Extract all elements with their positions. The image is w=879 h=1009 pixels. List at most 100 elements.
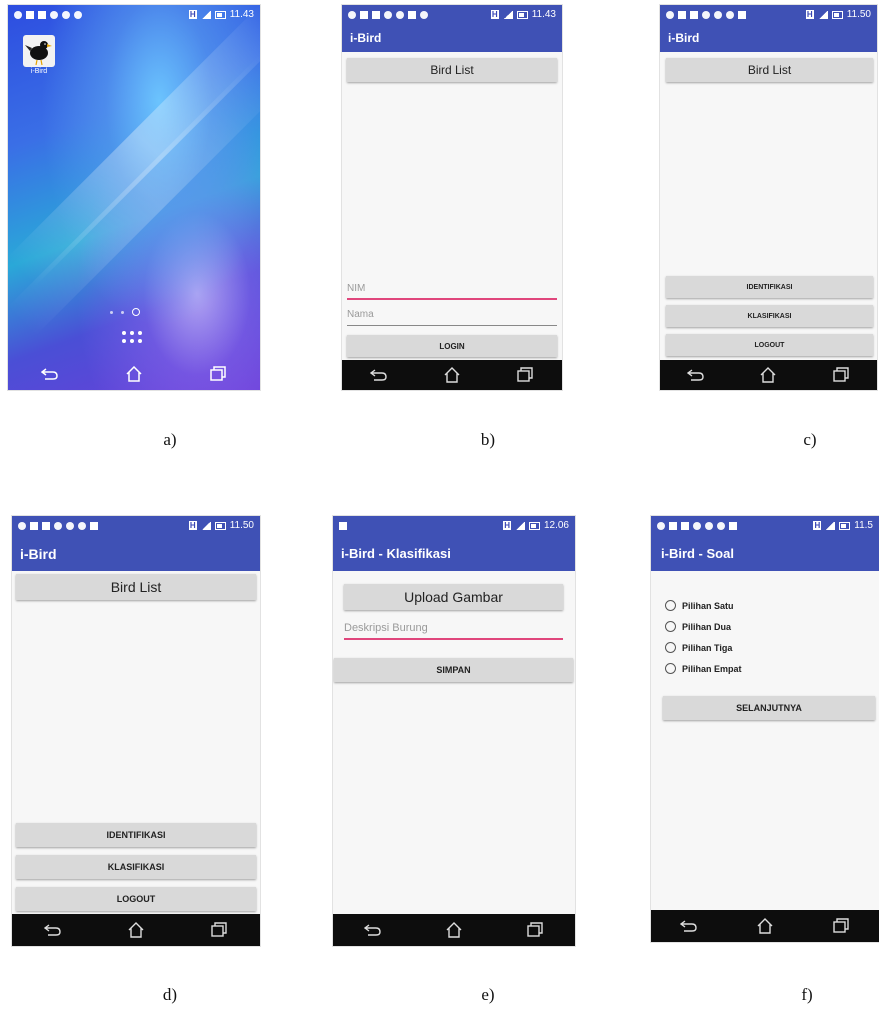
back-icon[interactable] [39,363,61,385]
bird-list-button[interactable]: Bird List [347,58,557,82]
radio-option-2[interactable]: Pilihan Dua [665,621,731,632]
message-icon [42,521,50,530]
clock: 11.43 [229,9,254,20]
signal-icon [200,10,211,19]
caption-e: e) [481,985,495,1004]
chrome-icon [66,521,74,530]
battery-icon [214,10,226,19]
navigation-bar [651,910,879,942]
wifi-icon [54,521,62,530]
network-icon: H [813,521,822,530]
signal-icon [502,10,513,19]
identifikasi-button[interactable]: IDENTIFIKASI [16,823,256,847]
network-icon: H [805,10,814,19]
network-icon: H [490,10,499,19]
back-icon[interactable] [362,919,384,941]
radio-button-icon [665,642,676,653]
identifikasi-button[interactable]: IDENTIFIKASI [666,276,873,298]
radio-label: Pilihan Satu [682,600,734,611]
home-icon[interactable] [123,363,145,385]
radio-label: Pilihan Dua [682,621,732,632]
message-icon [38,10,46,19]
chrome-icon [705,521,713,530]
recent-apps-icon[interactable] [207,363,229,385]
signal-icon [825,521,836,530]
network-icon: H [188,10,197,19]
recent-apps-icon[interactable] [830,915,852,937]
network-icon: H [188,521,197,530]
screen-c-menu: i-Bird H 11.50 Bird List IDENTIFIKASI KLA… [660,5,877,390]
nama-placeholder: Nama [347,309,374,320]
clock: 11.43 [531,9,556,20]
login-button[interactable]: LOGIN [347,335,557,357]
facebook-icon [678,10,686,19]
deskripsi-input[interactable]: Deskripsi Burung [344,622,563,640]
back-icon[interactable] [685,364,707,386]
signal-icon [514,521,525,530]
battery-icon [214,521,226,530]
app-icon-ibird[interactable]: i-Bird [22,35,56,75]
back-icon[interactable] [368,364,390,386]
chrome-icon [62,10,70,19]
bird-list-button[interactable]: Bird List [16,574,256,600]
chrome-icon [693,521,701,530]
clock: 11.50 [846,9,871,20]
chrome-icon [726,10,734,19]
navigation-bar [342,360,562,390]
recent-apps-icon[interactable] [208,919,230,941]
navigation-bar [12,914,260,946]
facebook-icon [26,10,34,19]
back-icon[interactable] [678,915,700,937]
klasifikasi-button[interactable]: KLASIFIKASI [666,305,873,327]
recent-apps-icon[interactable] [514,364,536,386]
radio-option-3[interactable]: Pilihan Tiga [665,642,732,653]
recent-apps-icon[interactable] [830,364,852,386]
upload-gambar-button[interactable]: Upload Gambar [344,584,563,610]
nama-input[interactable]: Nama [347,309,557,326]
clock: 11.5 [854,520,873,531]
status-bar: H 12.06 [333,516,575,535]
logout-button[interactable]: LOGOUT [16,887,256,911]
logout-button[interactable]: LOGOUT [666,334,873,356]
home-icon[interactable] [443,919,465,941]
battery-icon [528,521,540,530]
home-icon[interactable] [754,915,776,937]
app-drawer-icon[interactable] [122,331,144,343]
gallery-icon [729,521,737,530]
radio-option-4[interactable]: Pilihan Empat [665,663,742,674]
screen-f-soal: i-Bird - Soal H 11.5 Pilihan Satu Pilihan… [651,516,879,942]
facebook-icon [30,521,38,530]
signal-icon [817,10,828,19]
nim-input[interactable]: NIM [347,283,557,300]
klasifikasi-button[interactable]: KLASIFIKASI [16,855,256,879]
wifi-icon [702,10,710,19]
caption-c: c) [803,430,817,449]
navigation-bar [8,358,260,390]
screen-e-klasifikasi: i-Bird - Klasifikasi H 12.06 Upload Gamba… [333,516,575,946]
deskripsi-placeholder: Deskripsi Burung [344,622,428,634]
selanjutnya-button[interactable]: SELANJUTNYA [663,696,875,720]
bird-icon [23,35,55,67]
gallery-icon [339,521,347,530]
home-icon[interactable] [125,919,147,941]
caption-b: b) [480,430,496,449]
status-bar: H 11.43 [342,5,562,24]
radio-button-icon [665,663,676,674]
caption-f: f) [801,985,813,1004]
screen-d-menu: i-Bird H 11.50 Bird List IDENTIFIKASI KLA… [12,516,260,946]
whatsapp-icon [420,10,428,19]
radio-option-1[interactable]: Pilihan Satu [665,600,734,611]
notification-icon [657,521,665,530]
simpan-button[interactable]: SIMPAN [334,658,573,682]
app-title: i-Bird [350,31,382,45]
page-indicator [110,308,140,316]
bird-list-button[interactable]: Bird List [666,58,873,82]
recent-apps-icon[interactable] [524,919,546,941]
radio-label: Pilihan Tiga [682,642,733,653]
back-icon[interactable] [42,919,64,941]
chrome-icon [714,10,722,19]
home-icon[interactable] [441,364,463,386]
status-bar: H 11.50 [12,516,260,535]
app-title: i-Bird - Soal [661,546,734,561]
home-icon[interactable] [757,364,779,386]
